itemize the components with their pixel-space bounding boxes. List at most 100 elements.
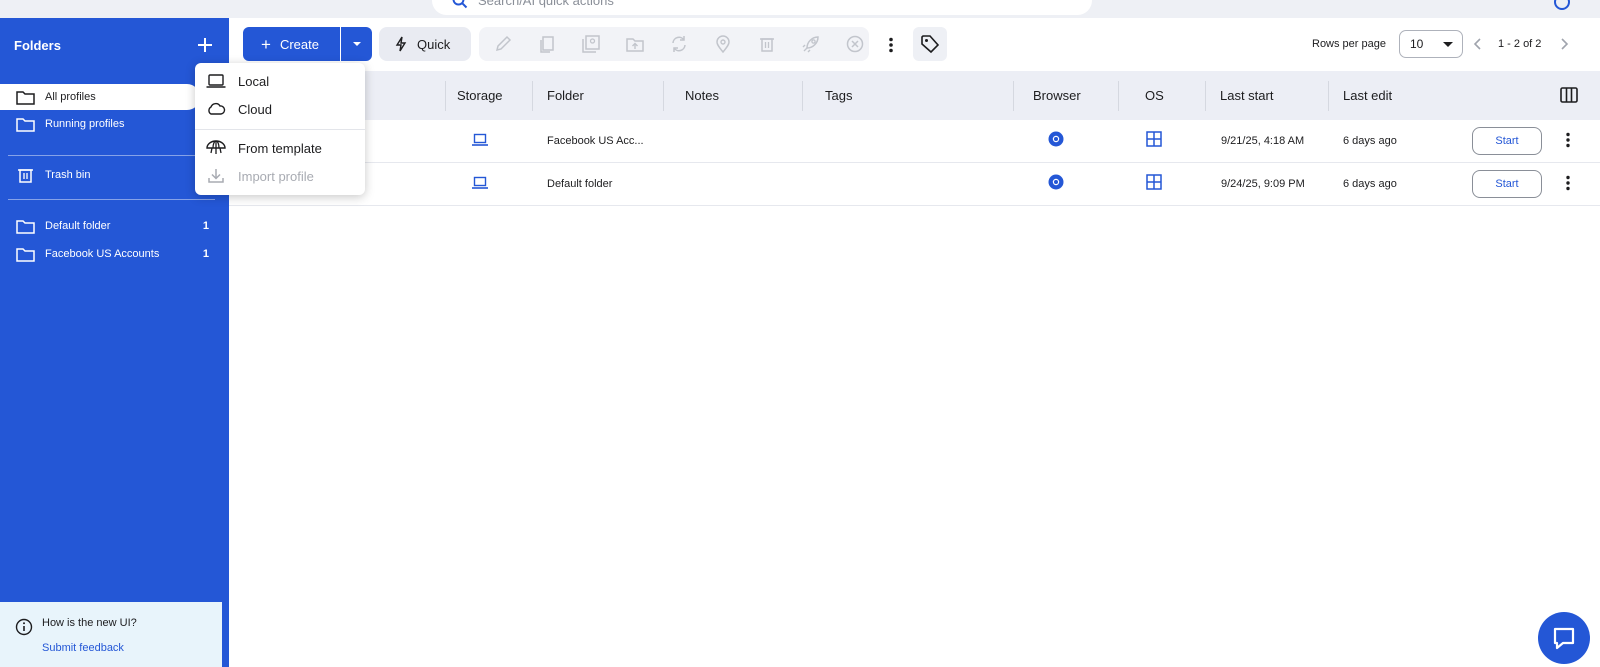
sidebar-divider	[8, 199, 215, 200]
copy-icon[interactable]	[537, 34, 557, 54]
sidebar-title: Folders	[14, 38, 61, 53]
menu-item-label: Cloud	[238, 101, 272, 117]
column-divider	[663, 81, 664, 111]
refresh-icon[interactable]	[1552, 0, 1572, 12]
quick-label: Quick	[417, 36, 451, 52]
folder-icon	[16, 246, 35, 262]
menu-item-label: From template	[238, 140, 322, 156]
column-header-folder[interactable]: Folder	[547, 88, 584, 103]
last-start-cell: 9/24/25, 9:09 PM	[1221, 178, 1305, 190]
sidebar-item-all-profiles[interactable]: All profiles	[0, 84, 200, 110]
column-divider	[1205, 81, 1206, 111]
sidebar-divider	[8, 155, 215, 156]
create-dropdown-button[interactable]	[341, 27, 372, 61]
move-to-folder-icon[interactable]	[625, 34, 645, 54]
menu-item-from-template[interactable]: From template	[195, 134, 365, 162]
location-icon[interactable]	[713, 34, 733, 54]
sidebar-item-label: Trash bin	[45, 169, 91, 181]
windows-icon	[1146, 131, 1162, 147]
column-divider	[1118, 81, 1119, 111]
rows-per-page-label: Rows per page	[1312, 38, 1386, 50]
chevron-left-icon[interactable]	[1473, 37, 1483, 51]
chromium-icon	[1047, 130, 1065, 148]
feedback-panel: How is the new UI? Submit feedback	[0, 602, 222, 667]
menu-item-label: Import profile	[238, 168, 314, 184]
column-divider	[1013, 81, 1014, 111]
sidebar-item-facebook-us-accounts[interactable]: Facebook US Accounts 1	[0, 241, 229, 267]
last-start-cell: 9/21/25, 4:18 AM	[1221, 135, 1305, 147]
laptop-icon	[472, 176, 488, 190]
rows-per-page-select[interactable]: 10	[1399, 30, 1463, 58]
sync-icon[interactable]	[669, 34, 689, 54]
delete-icon[interactable]	[757, 34, 777, 54]
stop-icon[interactable]	[845, 34, 865, 54]
chevron-right-icon[interactable]	[1559, 37, 1569, 51]
feedback-question: How is the new UI?	[42, 617, 137, 629]
folder-icon	[16, 116, 35, 132]
plus-icon: +	[261, 34, 271, 54]
trash-icon	[16, 167, 35, 183]
start-button[interactable]: Start	[1472, 127, 1542, 155]
column-divider	[802, 81, 803, 111]
folder-count: 1	[202, 220, 209, 232]
import-icon	[206, 168, 226, 184]
table-header: Storage Folder Notes Tags Browser OS Las…	[229, 71, 1600, 120]
template-icon	[206, 140, 226, 156]
column-header-os[interactable]: OS	[1145, 88, 1164, 103]
laptop-icon	[206, 73, 226, 89]
menu-item-local[interactable]: Local	[195, 67, 365, 95]
edit-icon[interactable]	[493, 34, 513, 54]
support-chat-button[interactable]	[1538, 612, 1590, 664]
bolt-icon	[395, 36, 407, 52]
column-divider	[1328, 81, 1329, 111]
quick-button[interactable]: Quick	[379, 27, 471, 61]
cloud-icon	[206, 101, 226, 117]
column-header-storage[interactable]: Storage	[457, 88, 503, 103]
column-header-tags[interactable]: Tags	[825, 88, 852, 103]
last-edit-cell: 6 days ago	[1343, 178, 1397, 190]
menu-item-cloud[interactable]: Cloud	[195, 95, 365, 123]
menu-item-import-profile: Import profile	[195, 162, 365, 190]
sidebar-item-default-folder[interactable]: Default folder 1	[0, 213, 229, 239]
create-button[interactable]: + Create	[243, 27, 340, 61]
menu-item-label: Local	[238, 73, 270, 89]
launch-rocket-icon[interactable]	[801, 34, 821, 54]
create-label: Create	[279, 36, 319, 52]
column-header-last-edit[interactable]: Last edit	[1343, 88, 1392, 103]
caret-down-icon	[1443, 42, 1453, 48]
laptop-icon	[472, 133, 488, 147]
last-edit-cell: 6 days ago	[1343, 135, 1397, 147]
sidebar-item-label: All profiles	[45, 91, 96, 103]
search-icon	[452, 0, 468, 9]
sidebar-item-label: Facebook US Accounts	[45, 248, 160, 260]
sidebar-item-label: Running profiles	[45, 118, 125, 130]
submit-feedback-link[interactable]: Submit feedback	[42, 642, 124, 654]
sidebar-item-label: Default folder	[45, 220, 111, 232]
menu-divider	[195, 129, 365, 130]
add-folder-icon[interactable]	[196, 36, 214, 54]
chat-icon	[1551, 625, 1577, 651]
row-menu-icon[interactable]	[1565, 132, 1571, 148]
rows-per-page-value: 10	[1410, 37, 1424, 51]
column-divider	[532, 81, 533, 111]
caret-down-icon	[352, 41, 362, 47]
folder-icon	[16, 218, 35, 234]
tag-button[interactable]	[913, 27, 947, 61]
pagination-range: 1 - 2 of 2	[1498, 38, 1542, 50]
search-input[interactable]: Search/AI quick actions	[432, 0, 1092, 15]
more-actions-icon[interactable]	[888, 37, 894, 53]
folder-cell: Facebook US Acc...	[547, 135, 644, 147]
row-menu-icon[interactable]	[1565, 175, 1571, 191]
chromium-icon	[1047, 173, 1065, 191]
column-header-browser[interactable]: Browser	[1033, 88, 1081, 103]
table-row[interactable]: Facebook US Acc... 9/21/25, 4:18 AM 6 da…	[229, 120, 1600, 163]
columns-settings-icon[interactable]	[1560, 87, 1578, 103]
clone-profile-icon[interactable]	[581, 34, 601, 54]
start-button[interactable]: Start	[1472, 170, 1542, 198]
column-header-last-start[interactable]: Last start	[1220, 88, 1273, 103]
table-row[interactable]: Default folder 9/24/25, 9:09 PM 6 days a…	[229, 163, 1600, 206]
windows-icon	[1146, 174, 1162, 190]
info-icon	[15, 618, 33, 636]
tag-icon	[920, 34, 940, 54]
column-header-notes[interactable]: Notes	[685, 88, 719, 103]
